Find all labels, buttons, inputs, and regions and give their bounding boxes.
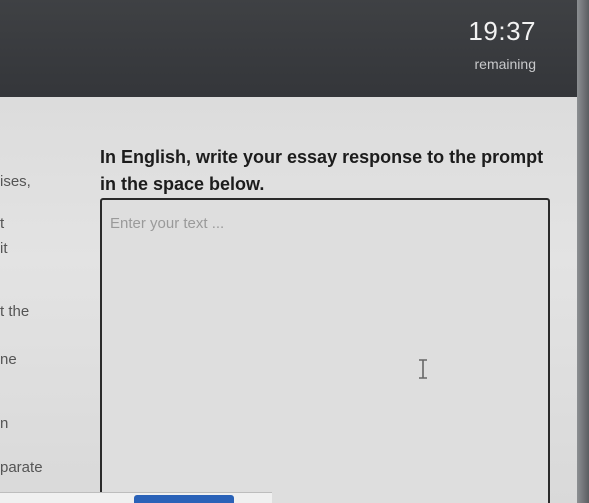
passage-fragment: t the: [0, 303, 30, 320]
passage-fragment: n: [0, 415, 9, 432]
passage-fragment: ises,: [0, 173, 31, 190]
essay-input[interactable]: [102, 200, 548, 503]
exam-screen: 19:37 remaining ises, t it t the ne n pa…: [0, 0, 589, 503]
timer-label: remaining: [474, 56, 536, 72]
header-bar: 19:37 remaining: [0, 0, 578, 97]
content-panel: ises, t it t the ne n parate In English,…: [0, 97, 578, 503]
essay-prompt: In English, write your essay response to…: [100, 147, 544, 194]
passage-fragment: t: [0, 215, 5, 232]
passage-fragment: ne: [0, 351, 17, 368]
passage-fragment: it: [0, 240, 8, 257]
timer: 19:37 remaining: [416, 16, 536, 72]
passage-fragment: parate: [0, 459, 43, 476]
footer-strip: [0, 492, 272, 503]
essay-box: [100, 198, 550, 503]
timer-value: 19:37: [468, 16, 536, 46]
text-cursor-icon: [419, 359, 427, 379]
screen-bezel: [577, 0, 589, 503]
footer-button[interactable]: [134, 495, 234, 503]
passage-column: ises, t it t the ne n parate: [0, 97, 60, 503]
